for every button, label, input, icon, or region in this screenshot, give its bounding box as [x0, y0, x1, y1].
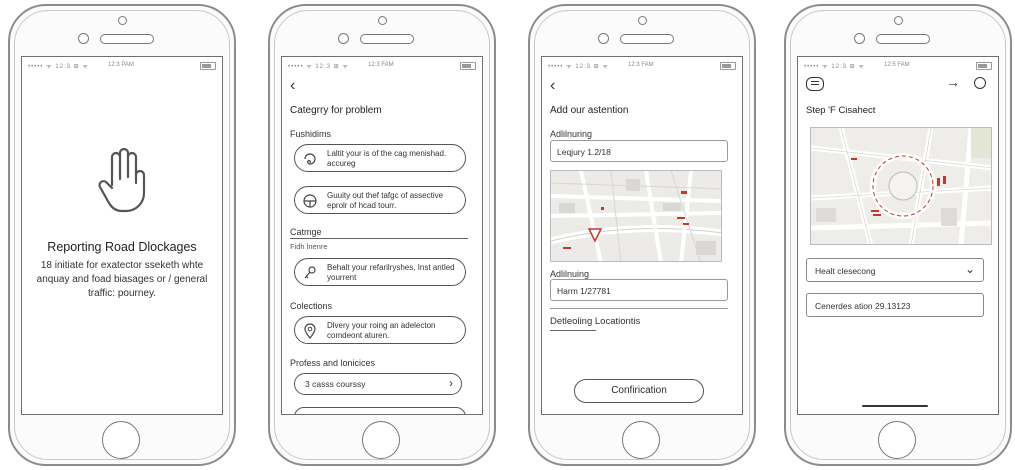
camera-icon: [378, 16, 387, 25]
option-pill-3[interactable]: Behalt your refarilryshes, Inst antled y…: [294, 258, 466, 286]
status-time: 12:3 FAM: [368, 62, 394, 68]
screen-4: ••••• ᯤ 12:3 ⊞ ᯤ 12:5 FAM → Step 'F Cisa…: [797, 56, 999, 415]
section-label-3: Colections: [290, 301, 333, 311]
map-graphic: [551, 171, 721, 261]
screen-2: ••••• ᯤ 12:3 ⊞ ᯤ 12:3 FAM ‹ Categrry for…: [281, 56, 483, 415]
signal-indicator: ••••• ᯤ 12:3 ⊞ ᯤ: [288, 64, 349, 70]
screen1-body: 18 initiate for exatector sseketh whte a…: [36, 260, 208, 299]
map-graphic: [811, 128, 991, 244]
camera-icon: [118, 16, 127, 25]
speaker-grille: [620, 34, 674, 44]
status-bar: ••••• ᯤ 12:3 ⊞ ᯤ 12:5 FAM: [804, 61, 992, 71]
signal-indicator: ••••• ᯤ 12:3 ⊞ ᯤ: [28, 64, 89, 70]
home-button[interactable]: [362, 421, 400, 459]
wheel-icon: [303, 194, 317, 208]
sensor-dot: [598, 33, 609, 44]
page-title: Categrry for problem: [290, 105, 382, 116]
speaker-grille: [360, 34, 414, 44]
option-pill-text: Laltit your is of the cag menishad. accu…: [327, 149, 447, 168]
hazard-select[interactable]: Healt clesecong ⌄: [806, 258, 984, 282]
sensor-dot: [78, 33, 89, 44]
harm-field[interactable]: Harm 1/27781: [550, 279, 728, 301]
screen-1: ••••• ᯤ 12:3 ⊞ ᯤ 12:3 PAM Reporting Road…: [21, 56, 223, 415]
location-map[interactable]: [810, 127, 992, 245]
chevron-right-icon: ›: [449, 376, 453, 390]
confirm-button[interactable]: Confirication: [574, 379, 704, 403]
phone-frame-4: ••••• ᯤ 12:3 ⊞ ᯤ 12:5 FAM → Step 'F Cisa…: [784, 4, 1012, 466]
section-divider: [290, 238, 468, 239]
status-bar: ••••• ᯤ 12:3 ⊞ ᯤ 12:3 FAM: [288, 61, 476, 71]
field-label-1: Adlilnuring: [550, 129, 593, 139]
refresh-icon[interactable]: [974, 77, 986, 89]
section-underline: [550, 330, 596, 331]
injury-field[interactable]: Leqjury 1.2/18: [550, 140, 728, 162]
phone-frame-3: ••••• ᯤ 12:3 ⊞ ᯤ 12:3 FAM ‹ Add our aste…: [528, 4, 756, 466]
home-button[interactable]: [878, 421, 916, 459]
phone-frame-2: ••••• ᯤ 12:3 ⊞ ᯤ 12:3 FAM ‹ Categrry for…: [268, 4, 496, 466]
section-label-2: Catmge: [290, 227, 322, 237]
signal-indicator: ••••• ᯤ 12:3 ⊞ ᯤ: [548, 64, 609, 70]
section-divider: [550, 308, 728, 309]
back-chevron-icon[interactable]: ‹: [550, 77, 555, 95]
option-pill-2[interactable]: Guuity out thef tafgc of assective eprol…: [294, 186, 466, 214]
camera-icon: [894, 16, 903, 25]
swirl-icon: [304, 153, 316, 165]
status-bar: ••••• ᯤ 12:3 ⊞ ᯤ 12:3 FAM: [548, 61, 736, 71]
status-time: 12:3 FAM: [628, 62, 654, 68]
battery-icon: [460, 62, 476, 70]
location-pin-icon: [304, 323, 316, 339]
location-map[interactable]: [550, 170, 722, 262]
key-wrench-icon: [304, 266, 316, 279]
battery-icon: [200, 62, 216, 70]
speaker-grille: [876, 34, 930, 44]
status-bar: ••••• ᯤ 12:3 ⊞ ᯤ 12:3 PAM: [28, 61, 216, 71]
screen1-heading: Reporting Road Dlockages: [47, 240, 197, 254]
hand-stop-icon: [98, 147, 146, 213]
section-label-1: Fushidims: [290, 129, 332, 139]
section-label: Detleoling Locationtis: [550, 316, 641, 327]
confirm-button-label: Confirication: [611, 385, 667, 396]
section-sub-label: Fidh lnenre: [290, 242, 328, 251]
option-pill-partial[interactable]: [294, 407, 466, 414]
field-label-2: Adlilnuing: [550, 269, 590, 279]
option-pill-1[interactable]: Laltit your is of the cag menishad. accu…: [294, 144, 466, 172]
speaker-grille: [100, 34, 154, 44]
option-pill-4[interactable]: Dlvery your roing an adelecton comdeont …: [294, 316, 466, 344]
sensor-dot: [854, 33, 865, 44]
battery-icon: [720, 62, 736, 70]
field-value: Harm 1/27781: [557, 286, 611, 296]
select-value: Healt clesecong: [815, 266, 876, 276]
chevron-down-icon: ⌄: [964, 262, 975, 276]
home-button[interactable]: [102, 421, 140, 459]
page-title: Step 'F Cisahect: [806, 105, 876, 116]
field-value: Cenerdes ation 29.13123: [815, 301, 911, 311]
option-pill-text: Behalt your refarilryshes, Inst antled y…: [327, 263, 455, 282]
sensor-dot: [338, 33, 349, 44]
status-time: 12:5 FAM: [884, 62, 910, 68]
signal-indicator: ••••• ᯤ 12:3 ⊞ ᯤ: [804, 64, 865, 70]
location-field[interactable]: Cenerdes ation 29.13123: [806, 293, 984, 317]
menu-icon[interactable]: [806, 77, 824, 91]
arrow-right-icon[interactable]: →: [946, 74, 960, 90]
phone-frame-1: ••••• ᯤ 12:3 ⊞ ᯤ 12:3 PAM Reporting Road…: [8, 4, 236, 466]
page-title: Add our astention: [550, 105, 629, 116]
back-chevron-icon[interactable]: ‹: [290, 77, 295, 95]
battery-icon: [976, 62, 992, 70]
camera-icon: [638, 16, 647, 25]
home-indicator: [862, 405, 928, 407]
field-value: Leqjury 1.2/18: [557, 147, 611, 157]
screen-3: ••••• ᯤ 12:3 ⊞ ᯤ 12:3 FAM ‹ Add our aste…: [541, 56, 743, 415]
select-value: 3 casss courssy: [305, 379, 366, 389]
option-pill-text: Guuity out thef tafgc of assective eprol…: [327, 191, 444, 210]
status-time: 12:3 PAM: [108, 62, 134, 68]
category-select[interactable]: 3 casss courssy ›: [294, 373, 462, 395]
home-button[interactable]: [622, 421, 660, 459]
option-pill-text: Dlvery your roing an adelecton comdeont …: [327, 321, 436, 340]
section-label-4: Profess and lonicices: [290, 358, 376, 368]
